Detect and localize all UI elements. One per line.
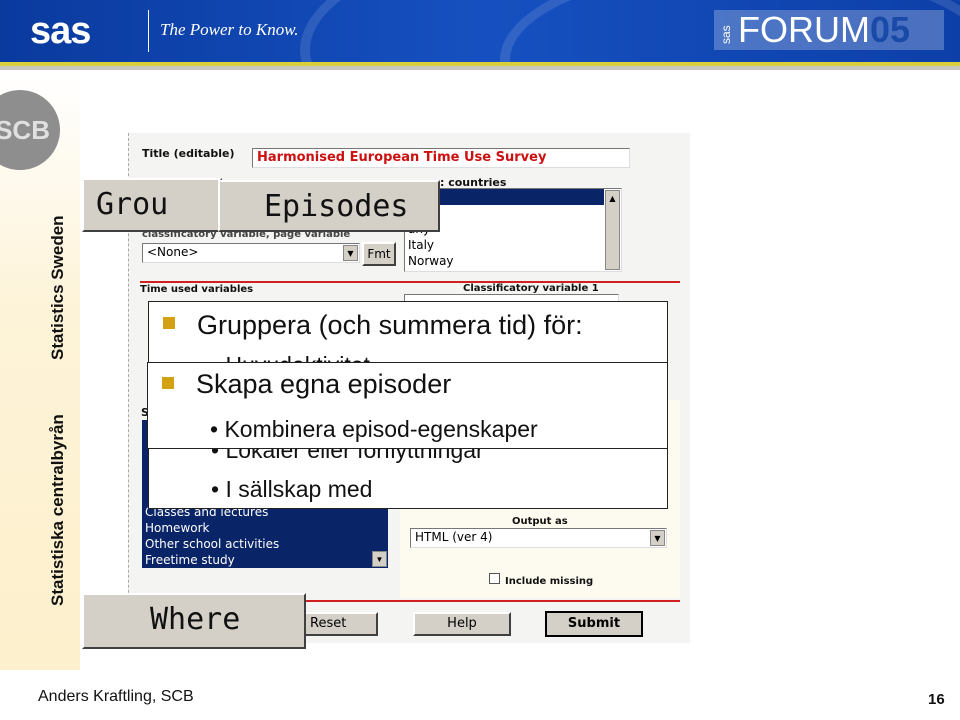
overlay-episodes: Skapa egna episoder • Kombinera episod-e… <box>147 362 668 449</box>
country-option[interactable]: Norway <box>405 253 621 269</box>
bullet-icon <box>162 377 174 389</box>
country-option[interactable]: Italy <box>405 237 621 253</box>
list-item: • I sällskap med <box>211 476 373 502</box>
slide-header: sas The Power to Know. sas FORUM05 <box>0 0 960 62</box>
scrollbar[interactable]: ▲ <box>605 190 620 270</box>
chevron-down-icon[interactable]: ▼ <box>372 551 387 567</box>
tab-episodes[interactable]: Episodes <box>218 180 440 232</box>
page-variable-select[interactable]: <None> ▼ <box>142 243 360 263</box>
title-label: Title (editable) <box>142 147 235 160</box>
output-label: Output as <box>512 516 568 527</box>
select-value: HTML (ver 4) <box>415 530 493 544</box>
chevron-down-icon[interactable]: ▼ <box>343 245 358 261</box>
org-name-sv: Statistiska centralbyrån <box>48 414 67 606</box>
include-missing-label: Include missing <box>505 576 594 587</box>
overlay-heading: Skapa egna episoder <box>196 369 452 399</box>
forum-logo: sas FORUM05 <box>714 10 944 50</box>
bullet-icon <box>163 317 175 329</box>
header-gray-line <box>0 66 960 70</box>
chevron-down-icon[interactable]: ▼ <box>650 530 665 546</box>
fmt-button[interactable]: Fmt <box>362 242 396 266</box>
output-select[interactable]: HTML (ver 4) ▼ <box>410 528 667 548</box>
activity-option[interactable]: Freetime study <box>142 552 388 568</box>
list-item: • Kombinera episod-egenskaper <box>210 416 538 442</box>
overlay-heading: Gruppera (och summera tid) för: <box>197 310 583 340</box>
footer-author: Anders Kraftling, SCB <box>38 688 194 705</box>
divider <box>300 600 680 602</box>
reset-button[interactable]: Reset <box>300 612 378 636</box>
tab-where[interactable]: Where <box>82 593 306 649</box>
time-used-label: Time used variables <box>140 284 254 295</box>
activity-option[interactable]: Homework <box>142 520 388 536</box>
sas-logo: sas <box>30 10 91 52</box>
divider <box>148 10 149 52</box>
tab-group[interactable]: Grou <box>82 178 222 232</box>
activity-option[interactable]: Other school activities <box>142 536 388 552</box>
title-input[interactable]: Harmonised European Time Use Survey <box>252 148 630 168</box>
select-value: <None> <box>147 245 199 259</box>
page-number: 16 <box>928 691 945 708</box>
tagline: The Power to Know. <box>160 20 299 39</box>
divider <box>140 281 680 283</box>
include-missing-checkbox[interactable] <box>489 573 500 584</box>
help-button[interactable]: Help <box>413 612 511 636</box>
submit-button[interactable]: Submit <box>545 611 643 637</box>
org-name-en: Statistics Sweden <box>48 215 67 360</box>
class-var-label: Classificatory variable 1 <box>463 283 599 294</box>
